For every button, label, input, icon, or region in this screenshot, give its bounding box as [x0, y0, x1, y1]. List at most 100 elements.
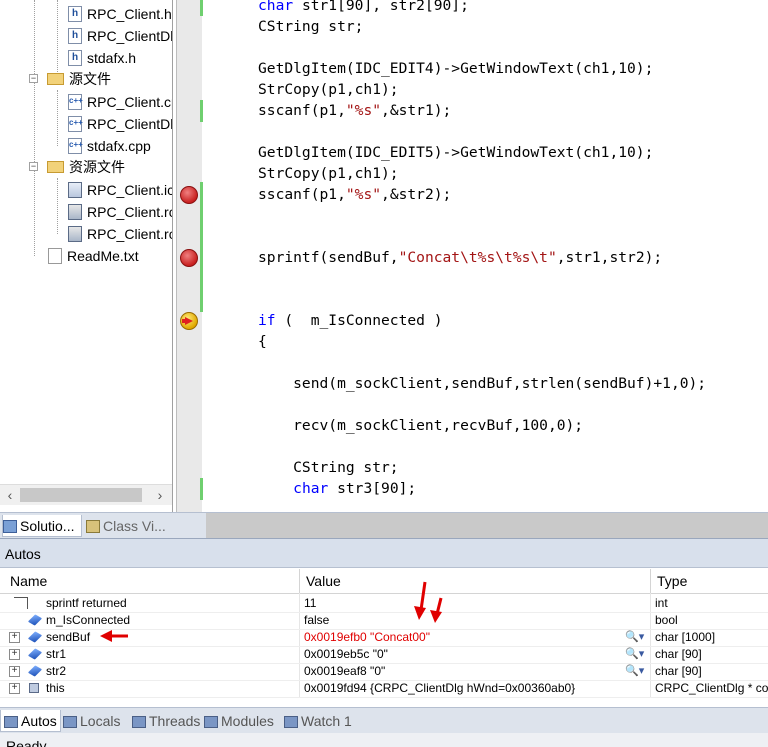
header-file-icon [68, 26, 82, 46]
autos-row[interactable]: + this 0x0019fd94 {CRPC_ClientDlg hWnd=0x0… [0, 680, 768, 698]
watch-1-icon [284, 716, 298, 728]
autos-row[interactable]: + sendBuf 0x0019efb0 "Concat00" char [1000]… [0, 629, 768, 647]
code-text: ,&str1); [381, 102, 452, 119]
tree-item-rpc-clientdlg-h[interactable]: RPC_ClientDl [68, 26, 172, 46]
column-header-name[interactable]: Name [4, 569, 299, 593]
visualizer-magnifier-icon[interactable]: 🔍▾ [625, 629, 644, 646]
tab-locals[interactable]: Locals [63, 710, 120, 732]
breakpoint-icon[interactable] [180, 186, 198, 204]
code-text: CString str; [258, 459, 399, 476]
autos-value-cell[interactable]: 0x0019fd94 {CRPC_ClientDlg hWnd=0x00360a… [304, 680, 644, 697]
expand-row-button[interactable]: + [9, 666, 20, 677]
tab-label: Modules [221, 713, 274, 729]
code-text: CString str; [258, 18, 364, 35]
return-value-icon [14, 597, 28, 609]
threads-icon [132, 716, 146, 728]
autos-value-cell[interactable]: 0x0019eaf8 "0" [304, 663, 644, 680]
folder-icon [47, 161, 64, 173]
tree-item-rpc-client-ico[interactable]: RPC_Client.ic [68, 180, 172, 200]
code-text: recv(m_sockClient,recvBuf,100,0); [258, 417, 584, 434]
code-line[interactable]: GetDlgItem(IDC_EDIT5)->GetWindowText(ch1… [258, 142, 653, 163]
cpp-file-icon [68, 135, 83, 155]
collapse-resource-folder-button[interactable]: − [29, 162, 38, 171]
class-view-icon [86, 520, 100, 533]
code-line[interactable]: if ( m_IsConnected ) [258, 310, 443, 331]
debug-window-tabs: Autos Locals Threads Modules Watch 1 [0, 707, 768, 734]
breakpoint-icon[interactable] [180, 249, 198, 267]
text-file-icon [48, 248, 62, 264]
solution-horizontal-scrollbar[interactable]: ‹ › [0, 484, 172, 505]
solution-explorer-icon [3, 520, 17, 533]
tab-autos[interactable]: Autos [0, 710, 61, 732]
autos-type-cell: char [90] [655, 647, 702, 661]
current-statement-breakpoint-icon[interactable] [180, 312, 198, 330]
autos-name-cell: m_IsConnected [46, 613, 131, 627]
code-line[interactable]: StrCopy(p1,ch1); [258, 79, 399, 100]
code-line[interactable]: StrCopy(p1,ch1); [258, 163, 399, 184]
expand-row-button[interactable]: + [9, 632, 20, 643]
changed-lines-marker [200, 0, 203, 16]
code-line[interactable]: char str3[90]; [258, 478, 416, 499]
resource-file-icon [68, 204, 82, 220]
autos-value-cell[interactable]: 11 [304, 595, 644, 612]
changed-lines-marker [200, 100, 203, 122]
autos-row[interactable]: sprintf returned 11 int [0, 595, 768, 613]
autos-value-cell[interactable]: false [304, 612, 644, 629]
autos-value-cell[interactable]: 0x0019efb0 "Concat00" [304, 629, 644, 646]
code-text: sprintf(sendBuf, [258, 249, 399, 266]
expand-row-button[interactable]: + [9, 683, 20, 694]
code-editor[interactable]: char str1[90], str2[90]; CString str; GetD… [209, 0, 768, 512]
code-line[interactable]: CString str; [258, 457, 399, 478]
column-header-type[interactable]: Type [650, 569, 768, 593]
tree-item-source-folder[interactable]: 源文件 [47, 69, 111, 89]
tab-watch-1[interactable]: Watch 1 [284, 710, 352, 732]
code-line[interactable]: send(m_sockClient,sendBuf,strlen(sendBuf… [258, 373, 706, 394]
code-line[interactable]: char str1[90], str2[90]; [258, 0, 469, 16]
scroll-right-arrow-icon[interactable]: › [152, 486, 168, 504]
scroll-left-arrow-icon[interactable]: ‹ [2, 486, 18, 504]
tree-item-rpc-client-h[interactable]: RPC_Client.h [68, 4, 172, 24]
code-line[interactable]: sscanf(p1,"%s",&str2); [258, 184, 451, 205]
scrollbar-thumb[interactable] [20, 488, 142, 502]
column-header-value[interactable]: Value [299, 569, 650, 593]
autos-window-title: Autos [0, 538, 768, 568]
variable-icon [27, 631, 43, 643]
autos-name-cell: this [46, 681, 65, 695]
code-line[interactable]: recv(m_sockClient,recvBuf,100,0); [258, 415, 583, 436]
tree-item-stdafx-cpp[interactable]: stdafx.cpp [68, 135, 151, 156]
tab-class-view[interactable]: Class Vi... [86, 515, 176, 537]
code-text: str1[90], str2[90]; [293, 0, 469, 14]
code-line[interactable]: sprintf(sendBuf,"Concat\t%s\t%s\t",str1,… [258, 247, 662, 268]
collapse-source-folder-button[interactable]: − [29, 74, 38, 83]
cpp-file-icon [68, 91, 83, 111]
tree-item-resource-folder[interactable]: 资源文件 [47, 157, 125, 177]
expand-row-button[interactable]: + [9, 649, 20, 660]
visualizer-magnifier-icon[interactable]: 🔍▾ [625, 646, 644, 663]
tree-guide-line [57, 178, 58, 234]
tree-item-rpc-clientdlg-cpp[interactable]: RPC_ClientDl [68, 113, 172, 134]
tree-item-rpc-client-rc[interactable]: RPC_Client.rc [68, 202, 172, 222]
code-line[interactable]: sscanf(p1,"%s",&str1); [258, 100, 451, 121]
visualizer-magnifier-icon[interactable]: 🔍▾ [625, 663, 644, 680]
tree-guide-line [34, 0, 35, 256]
autos-row[interactable]: + str2 0x0019eaf8 "0" char [90] 🔍▾ [0, 663, 768, 681]
tree-item-rpc-client-cpp[interactable]: RPC_Client.cp [68, 91, 172, 112]
editor-horizontal-scrollbar[interactable] [178, 512, 768, 539]
autos-value-cell[interactable]: 0x0019eb5c "0" [304, 646, 644, 663]
code-line[interactable]: GetDlgItem(IDC_EDIT4)->GetWindowText(ch1… [258, 58, 653, 79]
code-text: ( m_IsConnected ) [275, 312, 443, 329]
code-line[interactable]: CString str; [258, 16, 363, 37]
autos-icon [4, 716, 18, 728]
code-line[interactable]: { [258, 331, 267, 352]
cpp-file-icon [68, 113, 83, 133]
tab-solution-explorer[interactable]: Solutio... [2, 515, 82, 537]
autos-row[interactable]: + str1 0x0019eb5c "0" char [90] 🔍▾ [0, 646, 768, 664]
tab-modules[interactable]: Modules [204, 710, 274, 732]
changed-lines-marker [200, 182, 203, 312]
tree-item-readme-txt[interactable]: ReadMe.txt [48, 246, 139, 266]
tree-item-rpc-client-rc2[interactable]: RPC_Client.rc [68, 224, 172, 244]
autos-row[interactable]: m_IsConnected false bool [0, 612, 768, 630]
scrollbar-track[interactable] [206, 513, 768, 538]
tree-item-stdafx-h[interactable]: stdafx.h [68, 48, 136, 68]
tab-threads[interactable]: Threads [132, 710, 200, 732]
